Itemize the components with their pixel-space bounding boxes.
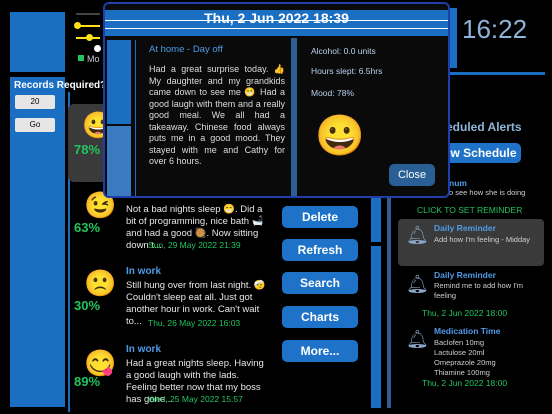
dialog-entry-text: Had a great surprise today. 👍 My daughte… xyxy=(149,64,285,166)
go-button[interactable]: Go xyxy=(15,118,55,132)
records-label: Records Required? xyxy=(14,80,107,91)
list-item[interactable]: 🙁 30% In work Still hung over from last … xyxy=(70,262,270,332)
dialog-header-lines xyxy=(105,28,448,29)
list-item[interactable]: 🔔︎ Daily Reminder Remind me to add how I… xyxy=(398,268,544,320)
entry-date: Wed, 25 May 2022 15:57 xyxy=(148,394,243,404)
alerts-heading: eduled Alerts xyxy=(446,120,522,134)
close-button[interactable]: Close xyxy=(389,164,435,186)
alert-date: Thu, 2 Jun 2022 18:00 xyxy=(422,308,508,318)
list-item[interactable]: 😋 89% In work Had a great nights sleep. … xyxy=(70,342,270,412)
entry-date: Sun, 29 May 2022 21:39 xyxy=(148,240,241,250)
entry-pct: 30% xyxy=(74,298,101,313)
alert-text: Add how I'm feeling - Midday xyxy=(434,235,531,244)
dialog-left-strip xyxy=(107,126,131,196)
divider-strip xyxy=(371,196,381,242)
dialog-divider xyxy=(291,38,297,196)
reminder-prompt[interactable]: CLICK TO SET REMINDER xyxy=(417,205,522,215)
view-schedule-button[interactable]: w Schedule xyxy=(446,143,521,163)
clock: 16:22 xyxy=(462,14,528,44)
dialog-title: Thu, 2 Jun 2022 18:39 xyxy=(204,10,349,26)
dialog-location: At home - Day off xyxy=(149,44,223,55)
bell-icon: 🔔︎ xyxy=(406,274,429,294)
more-button[interactable]: More... xyxy=(282,340,358,362)
smiley-icon: 😀 xyxy=(315,114,365,158)
dialog-alcohol: Alcohol: 0.0 units xyxy=(311,46,376,56)
bell-icon: 🔔︎ xyxy=(406,225,429,245)
alert-title: Daily Reminder xyxy=(434,223,496,233)
divider-strip xyxy=(387,196,391,408)
entry-title: In work xyxy=(126,266,162,277)
alert-text: Baclofen 10mg Lactulose 20ml Omeprazole … xyxy=(434,338,496,377)
entry-pct: 89% xyxy=(74,374,101,389)
alert-text: Remind me to add how I'm feeling xyxy=(434,281,523,300)
entry-title: In work xyxy=(126,344,162,355)
dialog-sleep: Hours slept: 6.5hrs xyxy=(311,66,383,76)
list-item[interactable]: 🔔︎ Daily Reminder Add how I'm feeling - … xyxy=(398,219,544,266)
entry-pct: 78% xyxy=(74,142,101,157)
search-button[interactable]: Search xyxy=(282,272,358,294)
alert-text: o see how she is doing xyxy=(449,188,526,197)
delete-button[interactable]: Delete xyxy=(282,206,358,228)
top-right-strip xyxy=(440,72,545,75)
alert-date: Thu, 2 Jun 2022 18:00 xyxy=(422,378,508,388)
divider-strip xyxy=(371,246,381,408)
graph-legend: Mo xyxy=(72,5,107,67)
refresh-button[interactable]: Refresh xyxy=(282,239,358,261)
dialog-left-line xyxy=(135,40,136,196)
records-count-field[interactable]: 20 xyxy=(15,95,55,109)
alert-title: Medication Time xyxy=(434,326,501,336)
entry-date: Thu, 26 May 2022 16:03 xyxy=(148,318,241,328)
entry-dialog: Thu, 2 Jun 2022 18:39 At home - Day off … xyxy=(103,2,450,198)
alert-title: Daily Reminder xyxy=(434,270,496,280)
legend-label: Mo xyxy=(87,54,100,64)
bell-icon: 🔔︎ xyxy=(406,329,429,349)
list-item[interactable]: 😉 63% Not a bad nights sleep 😁. Did a bi… xyxy=(70,190,270,251)
dialog-mood: Mood: 78% xyxy=(311,88,354,98)
charts-button[interactable]: Charts xyxy=(282,306,358,328)
alert-title: num xyxy=(449,178,467,188)
entry-emoji: 🙁 xyxy=(84,268,117,298)
top-left-block xyxy=(10,12,65,72)
entry-pct: 63% xyxy=(74,220,101,235)
dialog-left-strip xyxy=(107,40,131,124)
list-item[interactable]: 🔔︎ Medication Time Baclofen 10mg Lactulo… xyxy=(398,323,544,413)
